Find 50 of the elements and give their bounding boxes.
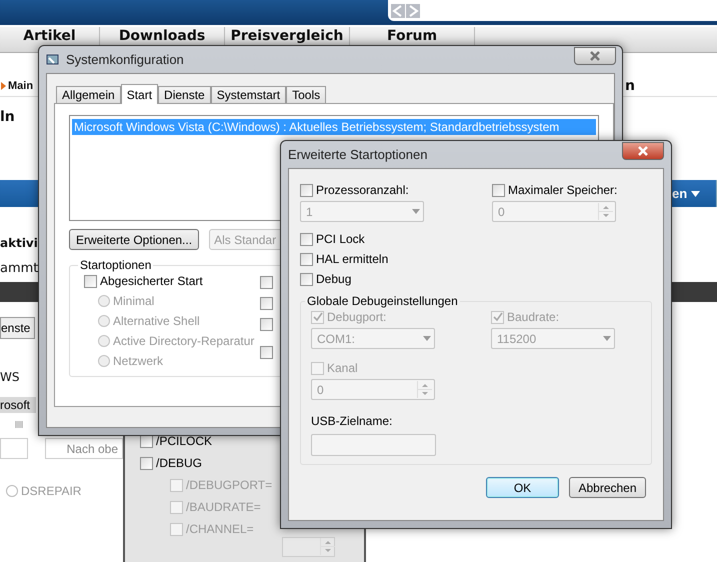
section-heading: n <box>625 78 636 94</box>
dialog-title: Erweiterte Startoptionen <box>288 147 428 162</box>
close-button[interactable] <box>574 46 616 64</box>
window-title: Systemkonfiguration <box>66 52 185 67</box>
checkmark-icon <box>492 312 502 322</box>
checkbox[interactable] <box>260 276 273 289</box>
breadcrumb[interactable]: Main <box>8 80 34 92</box>
cancel-button[interactable]: Abbrechen <box>569 477 646 498</box>
spin-arrows-icon[interactable] <box>417 381 431 398</box>
checkbox[interactable]: Abgesicherter Start <box>84 274 254 288</box>
checkbox[interactable] <box>260 318 273 331</box>
dropdown-caret-icon <box>603 336 611 341</box>
tab[interactable]: Allgemein <box>56 86 121 103</box>
checkmark-icon <box>312 312 322 322</box>
tab[interactable]: enste <box>0 317 36 339</box>
checkbox[interactable] <box>260 297 273 310</box>
dropdown-caret-icon <box>412 209 420 214</box>
advanced-options-button[interactable]: Erweiterte Optionen... <box>69 229 200 250</box>
checkbox[interactable]: Debug <box>300 272 652 286</box>
caret-icon <box>691 190 700 196</box>
close-button[interactable] <box>622 142 664 160</box>
scrollbar-grip-icon <box>15 420 23 428</box>
tab[interactable]: Tools <box>286 86 326 103</box>
checkbox[interactable]: HAL ermitteln <box>300 252 652 266</box>
breadcrumb-arrow-icon <box>1 82 6 90</box>
text-field[interactable] <box>0 438 28 459</box>
group-title: Startoptionen <box>79 258 152 272</box>
close-icon <box>589 50 601 60</box>
checkbox[interactable]: /PCILOCK <box>140 434 364 448</box>
list-text: WS <box>0 370 20 384</box>
checkbox[interactable] <box>260 346 273 359</box>
ok-button[interactable]: OK <box>486 477 559 498</box>
dropdown-caret-icon <box>423 336 431 341</box>
group-title: Globale Debugeinstellungen <box>306 294 459 308</box>
config-app-icon <box>46 52 60 66</box>
section-heading: ln <box>0 109 15 125</box>
right-arrow-icon[interactable] <box>406 4 420 18</box>
tab[interactable]: Systemstart <box>210 86 286 103</box>
heading-text: aktivi <box>0 236 38 250</box>
close-icon <box>637 146 649 156</box>
tab[interactable]: Dienste <box>158 86 211 103</box>
spin-field[interactable] <box>282 537 335 557</box>
body-text: ammt <box>0 260 38 276</box>
checkbox[interactable]: /DEBUG <box>140 456 364 470</box>
left-arrow-icon[interactable] <box>391 4 405 18</box>
field-label: USB-Zielname: <box>311 414 394 428</box>
tab[interactable]: Start <box>120 84 158 104</box>
move-up-button[interactable]: Nach obe <box>45 438 123 459</box>
spin-arrows-icon[interactable] <box>320 538 334 555</box>
selected-row[interactable]: rosoft <box>0 397 36 413</box>
